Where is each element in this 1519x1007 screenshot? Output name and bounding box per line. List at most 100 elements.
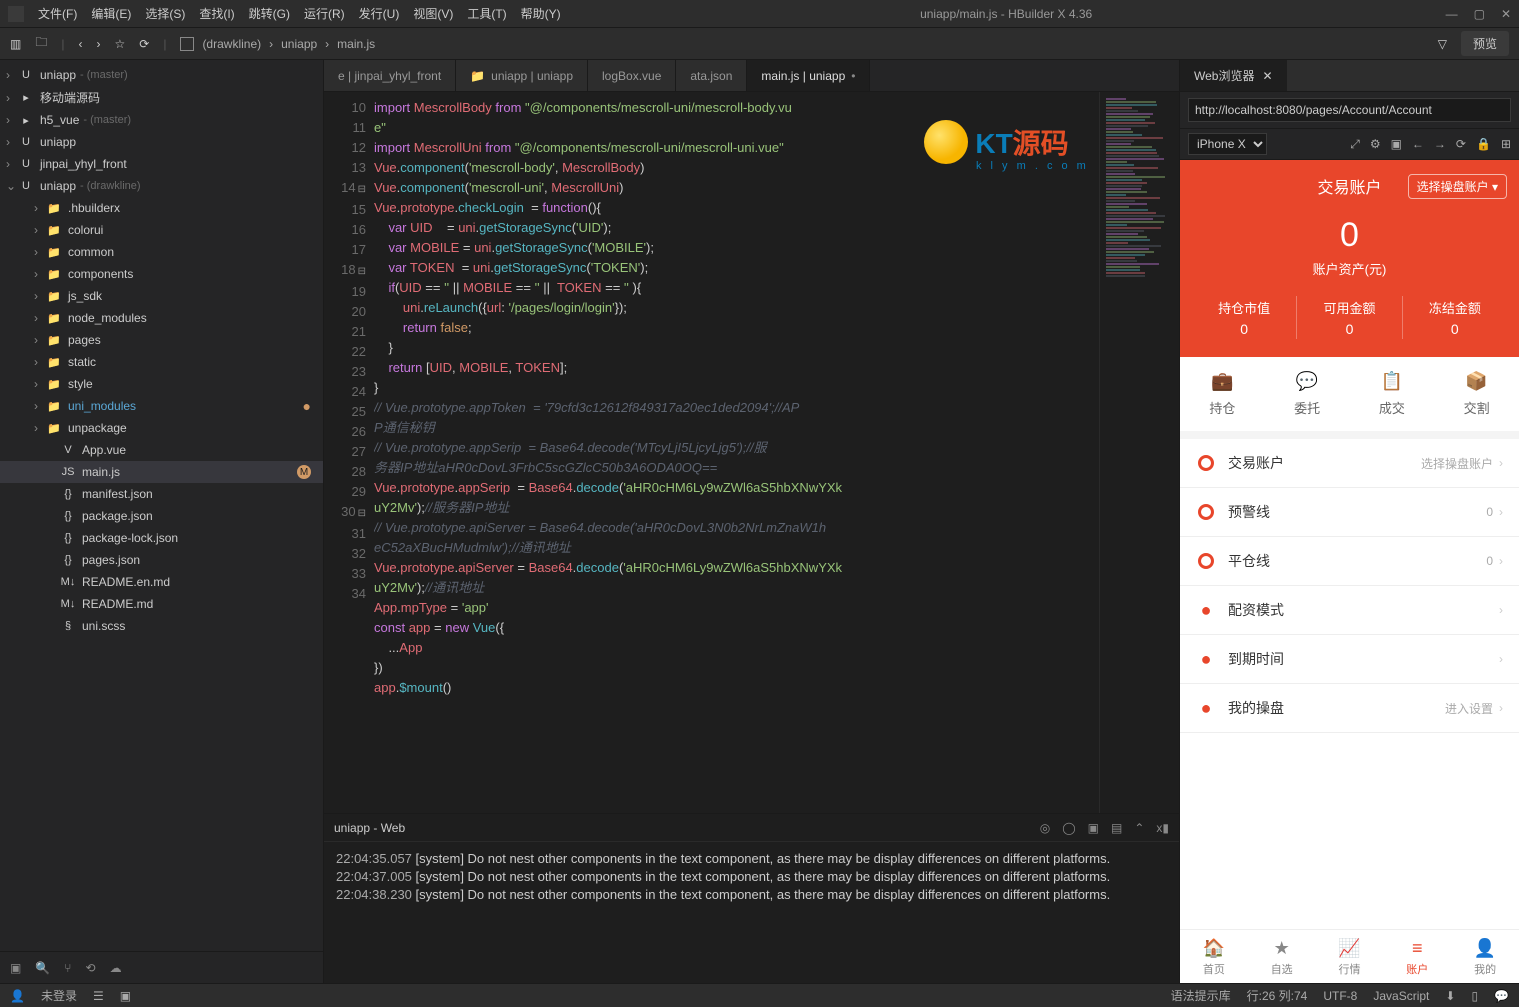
toggle-sidebar-icon[interactable]: ▥ xyxy=(10,37,21,51)
syntax-hints[interactable]: 语法提示库 xyxy=(1171,987,1231,1004)
login-status[interactable]: 未登录 xyxy=(41,987,77,1004)
tree-item[interactable]: M↓README.en.md xyxy=(0,571,323,593)
quick-action[interactable]: 💬委托 xyxy=(1265,371,1350,417)
menu-item[interactable]: 文件(F) xyxy=(32,1,83,26)
menu-list-item[interactable]: 平仓线0› xyxy=(1180,537,1519,586)
menu-item[interactable]: 查找(I) xyxy=(193,1,240,26)
console-body[interactable]: 22:04:35.057 [system] Do not nest other … xyxy=(324,842,1179,983)
editor-tab[interactable]: e | jinpai_yhyl_front xyxy=(324,60,456,91)
tree-item[interactable]: {}package-lock.json xyxy=(0,527,323,549)
console-export-icon[interactable]: ▤ xyxy=(1111,821,1122,835)
sync-status-icon[interactable]: ⬇ xyxy=(1445,989,1455,1003)
close-button[interactable]: ✕ xyxy=(1501,7,1511,21)
cursor-position[interactable]: 行:26 列:74 xyxy=(1247,987,1308,1004)
tree-item[interactable]: ⌄Uuniapp- (drawkline) xyxy=(0,175,323,197)
tree-item[interactable]: ›Uuniapp xyxy=(0,131,323,153)
rotate-icon[interactable]: ⤢ xyxy=(1350,137,1360,152)
language-mode[interactable]: JavaScript xyxy=(1373,989,1429,1003)
tree-item[interactable]: ›▸h5_vue- (master) xyxy=(0,109,323,131)
editor-tab[interactable]: ata.json xyxy=(676,60,747,91)
filter-icon[interactable]: ▽ xyxy=(1438,37,1447,51)
menu-item[interactable]: 工具(T) xyxy=(461,1,512,26)
menu-item[interactable]: 发行(U) xyxy=(353,1,406,26)
console-stop-icon[interactable]: ◯ xyxy=(1062,821,1075,835)
refresh-icon[interactable]: ⟳ xyxy=(139,37,149,51)
tree-item[interactable]: ›📁.hbuilderx xyxy=(0,197,323,219)
settings-icon[interactable]: ⚙ xyxy=(1370,137,1381,152)
explorer-icon[interactable]: 🗀 xyxy=(35,33,47,54)
close-icon[interactable]: ✕ xyxy=(1262,69,1272,83)
lock-icon[interactable]: 🔒 xyxy=(1476,137,1491,152)
tree-item[interactable]: ›📁pages xyxy=(0,329,323,351)
tree-item[interactable]: ›📁js_sdk xyxy=(0,285,323,307)
search-icon[interactable]: 🔍 xyxy=(35,961,50,975)
git-icon[interactable]: ⑂ xyxy=(64,961,71,975)
tree-item[interactable]: {}manifest.json xyxy=(0,483,323,505)
nav-forward-icon[interactable]: › xyxy=(96,37,100,51)
editor-tab[interactable]: 📁uniapp | uniapp xyxy=(456,60,588,91)
grid-icon[interactable]: ⊞ xyxy=(1501,137,1511,152)
crumb-2[interactable]: main.js xyxy=(337,37,375,51)
console-locate-icon[interactable]: ◎ xyxy=(1040,821,1050,835)
url-input[interactable] xyxy=(1188,98,1511,122)
account-selector[interactable]: 选择操盘账户 ▾ xyxy=(1408,174,1507,199)
user-icon[interactable]: 👤 xyxy=(10,989,25,1003)
menu-item[interactable]: 跳转(G) xyxy=(243,1,296,26)
console-close-icon[interactable]: x▮ xyxy=(1156,821,1169,835)
minimize-button[interactable]: — xyxy=(1446,7,1458,21)
tree-item[interactable]: {}pages.json xyxy=(0,549,323,571)
menu-list-item[interactable]: ●到期时间› xyxy=(1180,635,1519,684)
encoding[interactable]: UTF-8 xyxy=(1323,989,1357,1003)
menu-list-item[interactable]: ●我的操盘进入设置› xyxy=(1180,684,1519,733)
list-icon[interactable]: ☰ xyxy=(93,989,104,1003)
forward-icon[interactable]: → xyxy=(1434,137,1446,152)
terminal-icon[interactable]: ▣ xyxy=(10,961,21,975)
reload-icon[interactable]: ⟳ xyxy=(1456,137,1466,152)
maximize-button[interactable]: ▢ xyxy=(1474,7,1485,21)
bottom-nav-item[interactable]: ≡账户 xyxy=(1383,930,1451,983)
favorite-icon[interactable]: ☆ xyxy=(114,37,125,51)
tree-item[interactable]: ›📁uni_modules● xyxy=(0,395,323,417)
quick-action[interactable]: 💼持仓 xyxy=(1180,371,1265,417)
tree-item[interactable]: ›Ujinpai_yhyl_front xyxy=(0,153,323,175)
menu-item[interactable]: 运行(R) xyxy=(298,1,351,26)
tree-item[interactable]: ›📁style xyxy=(0,373,323,395)
tree-item[interactable]: M↓README.md xyxy=(0,593,323,615)
back-icon[interactable]: ← xyxy=(1412,137,1424,152)
menu-list-item[interactable]: 交易账户选择操盘账户› xyxy=(1180,439,1519,488)
tree-item[interactable]: VApp.vue xyxy=(0,439,323,461)
screenshot-icon[interactable]: ▣ xyxy=(1391,137,1402,152)
sync-icon[interactable]: ⟲ xyxy=(86,961,96,975)
menu-item[interactable]: 视图(V) xyxy=(407,1,459,26)
tree-item[interactable]: ›📁unpackage xyxy=(0,417,323,439)
browser-tab[interactable]: Web浏览器 ✕ xyxy=(1180,60,1287,91)
console-clear-icon[interactable]: ▣ xyxy=(1088,821,1099,835)
crumb-1[interactable]: uniapp xyxy=(281,37,317,51)
menu-item[interactable]: 帮助(Y) xyxy=(515,1,567,26)
console-collapse-icon[interactable]: ⌃ xyxy=(1134,821,1144,835)
tree-item[interactable]: ›📁colorui xyxy=(0,219,323,241)
minimap[interactable] xyxy=(1099,92,1179,813)
notifications-icon[interactable]: ▯ xyxy=(1471,989,1478,1003)
cloud-icon[interactable]: ☁ xyxy=(110,961,122,975)
preview-button[interactable]: 预览 xyxy=(1461,31,1509,56)
tree-item[interactable]: ›📁static xyxy=(0,351,323,373)
tree-item[interactable]: ›📁common xyxy=(0,241,323,263)
tree-item[interactable]: {}package.json xyxy=(0,505,323,527)
messages-icon[interactable]: 💬 xyxy=(1494,989,1509,1003)
editor-tab[interactable]: main.js | uniapp• xyxy=(747,60,870,91)
crumb-0[interactable]: (drawkline) xyxy=(202,37,261,51)
quick-action[interactable]: 📋成交 xyxy=(1350,371,1435,417)
close-icon[interactable]: • xyxy=(851,69,855,83)
bottom-nav-item[interactable]: 🏠首页 xyxy=(1180,930,1248,983)
tree-item[interactable]: ›📁components xyxy=(0,263,323,285)
code-content[interactable]: import MescrollBody from "@/components/m… xyxy=(374,92,1099,813)
nav-back-icon[interactable]: ‹ xyxy=(78,37,82,51)
menu-list-item[interactable]: 预警线0› xyxy=(1180,488,1519,537)
tree-item-active[interactable]: JSmain.jsM xyxy=(0,461,323,483)
bottom-nav-item[interactable]: 📈行情 xyxy=(1316,930,1384,983)
panel-icon[interactable]: ▣ xyxy=(120,989,131,1003)
bottom-nav-item[interactable]: 👤我的 xyxy=(1451,930,1519,983)
menu-item[interactable]: 编辑(E) xyxy=(85,1,137,26)
tree-item[interactable]: ›▸移动端源码 xyxy=(0,86,323,109)
